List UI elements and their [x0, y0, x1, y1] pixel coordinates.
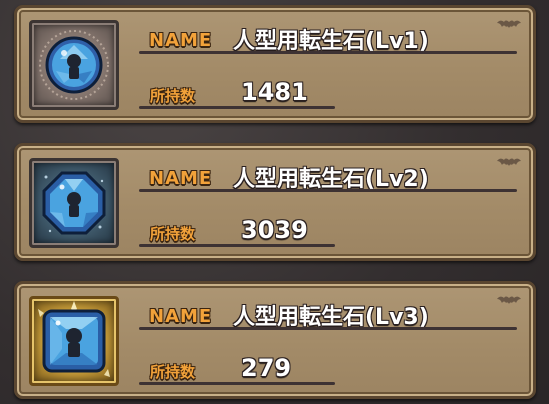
bat-icon: [497, 296, 521, 304]
bat-icon: [497, 20, 521, 28]
item-icon-frame: [29, 20, 119, 110]
quantity-label: 所持数: [150, 87, 196, 105]
item-card[interactable]: NAME 人型用転生石(Lv1) 所持数 1481: [14, 5, 536, 123]
quantity-label: 所持数: [150, 363, 196, 381]
divider: [139, 382, 335, 385]
name-label: NAME: [149, 306, 213, 327]
octagon-blue-gem-icon: [42, 171, 106, 235]
item-list-screen: NAME 人型用転生石(Lv1) 所持数 1481 NAME 人型用転生石(Lv…: [0, 0, 549, 404]
bat-icon: [497, 158, 521, 166]
item-icon-frame: [29, 158, 119, 248]
quantity-label: 所持数: [150, 225, 196, 243]
divider: [139, 327, 517, 330]
item-card[interactable]: NAME 人型用転生石(Lv2) 所持数 3039: [14, 143, 536, 261]
divider: [139, 189, 517, 192]
item-icon-frame: [29, 296, 119, 386]
name-label: NAME: [149, 168, 213, 189]
name-label: NAME: [149, 30, 213, 51]
quantity-value: 1481: [241, 78, 308, 106]
quantity-value: 3039: [241, 216, 308, 244]
quantity-value: 279: [241, 354, 292, 382]
divider: [139, 244, 335, 247]
divider: [139, 51, 517, 54]
round-blue-gem-icon: [39, 30, 109, 100]
square-blue-gem-icon: [38, 301, 110, 377]
item-card[interactable]: NAME 人型用転生石(Lv3) 所持数 279: [14, 281, 536, 399]
divider: [139, 106, 335, 109]
